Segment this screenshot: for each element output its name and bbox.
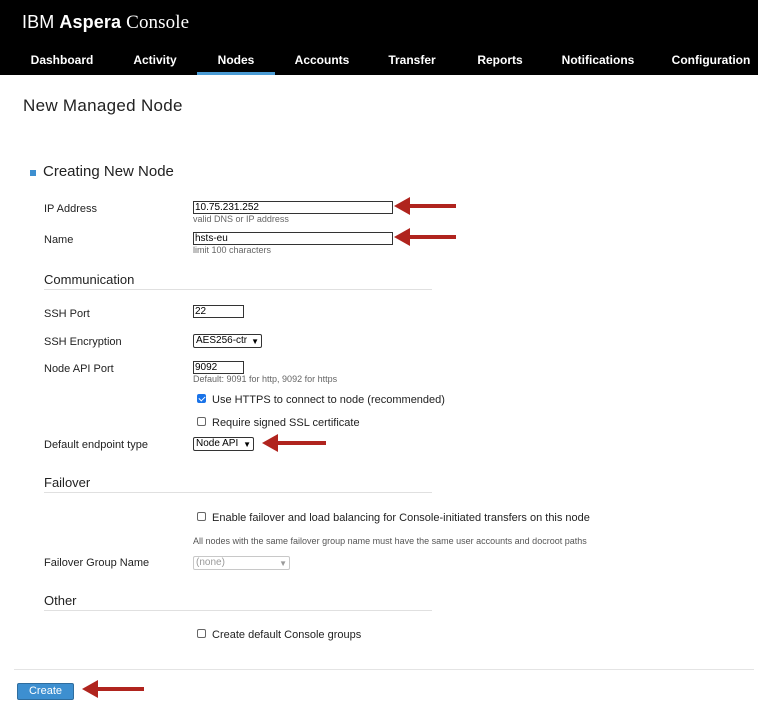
- section-title: Creating New Node: [43, 163, 174, 180]
- use-https-checkbox[interactable]: [197, 394, 206, 403]
- annotation-arrow-icon: [394, 228, 456, 246]
- arrow-shaft: [408, 235, 456, 239]
- page-title: New Managed Node: [23, 96, 183, 115]
- arrow-shaft: [408, 204, 456, 208]
- ssh-port-input[interactable]: 22: [193, 305, 244, 318]
- nav-notifications[interactable]: Notifications: [552, 45, 644, 75]
- brand-aspera: Aspera: [59, 12, 122, 32]
- ip-address-label: IP Address: [44, 203, 97, 215]
- annotation-arrow-icon: [262, 434, 326, 452]
- failover-group-value: (none): [196, 557, 225, 568]
- create-groups-checkbox[interactable]: [197, 629, 206, 638]
- annotation-arrow-icon: [394, 197, 456, 215]
- ssh-encryption-label: SSH Encryption: [44, 336, 122, 348]
- arrow-shaft: [276, 441, 326, 445]
- create-groups-label: Create default Console groups: [212, 629, 362, 641]
- failover-divider: [44, 492, 432, 493]
- enable-failover-label: Enable failover and load balancing for C…: [212, 512, 590, 524]
- annotation-arrow-icon: [82, 680, 144, 698]
- brand-console: Console: [126, 12, 190, 33]
- name-input[interactable]: hsts-eu: [193, 232, 393, 245]
- other-heading: Other: [44, 593, 77, 608]
- failover-group-select[interactable]: (none) ▼: [193, 556, 290, 570]
- require-ssl-label: Require signed SSL certificate: [212, 417, 360, 429]
- ip-address-hint: valid DNS or IP address: [193, 214, 289, 224]
- node-api-port-input[interactable]: 9092: [193, 361, 244, 374]
- enable-failover-checkbox[interactable]: [197, 512, 206, 521]
- nav-activity[interactable]: Activity: [118, 45, 192, 75]
- ssh-encryption-select[interactable]: AES256-ctr ▼: [193, 334, 262, 348]
- ssh-encryption-value: AES256-ctr: [196, 335, 248, 346]
- ip-address-input[interactable]: 10.75.231.252: [193, 201, 393, 214]
- chevron-down-icon: ▼: [243, 440, 251, 449]
- top-header: IBM Aspera Console Dashboard Activity No…: [0, 0, 758, 75]
- main-nav: Dashboard Activity Nodes Accounts Transf…: [0, 45, 758, 75]
- require-ssl-checkbox[interactable]: [197, 417, 206, 426]
- chevron-down-icon: ▼: [279, 559, 287, 568]
- nav-reports[interactable]: Reports: [464, 45, 536, 75]
- name-hint: limit 100 characters: [193, 245, 272, 255]
- communication-divider: [44, 289, 432, 290]
- nav-transfer[interactable]: Transfer: [376, 45, 448, 75]
- endpoint-type-label: Default endpoint type: [44, 439, 148, 451]
- failover-group-label: Failover Group Name: [44, 557, 150, 569]
- create-button[interactable]: Create: [17, 683, 74, 700]
- arrow-shaft: [96, 687, 144, 691]
- failover-note: All nodes with the same failover group n…: [193, 536, 587, 546]
- node-api-port-hint: Default: 9091 for http, 9092 for https: [193, 374, 338, 384]
- use-https-label: Use HTTPS to connect to node (recommende…: [212, 394, 445, 406]
- node-api-port-label: Node API Port: [44, 363, 114, 375]
- communication-heading: Communication: [44, 272, 135, 287]
- nav-nodes[interactable]: Nodes: [197, 45, 275, 75]
- brand-logo[interactable]: IBM Aspera Console: [22, 12, 189, 34]
- nav-configuration[interactable]: Configuration: [667, 45, 755, 75]
- name-label: Name: [44, 234, 74, 246]
- failover-heading: Failover: [44, 475, 91, 490]
- footer-divider: [14, 669, 754, 670]
- brand-ibm: IBM: [22, 12, 55, 32]
- section-bullet-icon: [30, 170, 36, 176]
- chevron-down-icon: ▼: [251, 337, 259, 346]
- other-divider: [44, 610, 432, 611]
- nav-dashboard[interactable]: Dashboard: [18, 45, 106, 75]
- ssh-port-label: SSH Port: [44, 308, 90, 320]
- endpoint-type-value: Node API: [196, 438, 239, 449]
- nav-accounts[interactable]: Accounts: [284, 45, 360, 75]
- endpoint-type-select[interactable]: Node API ▼: [193, 437, 254, 451]
